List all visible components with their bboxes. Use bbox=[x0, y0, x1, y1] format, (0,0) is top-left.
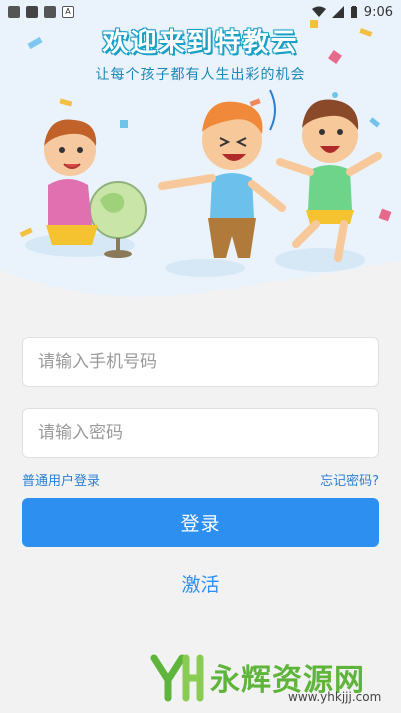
status-indicators: 9:06 bbox=[311, 4, 393, 20]
login-button[interactable]: 登录 bbox=[22, 498, 379, 547]
password-input[interactable] bbox=[22, 408, 379, 458]
user-login-link[interactable]: 普通用户登录 bbox=[22, 470, 100, 489]
forgot-password-link[interactable]: 忘记密码? bbox=[320, 470, 379, 489]
wifi-icon bbox=[311, 6, 326, 17]
status-time: 9:06 bbox=[363, 4, 393, 20]
wave-divider bbox=[0, 260, 401, 310]
app-title: 欢迎来到特教云 bbox=[102, 28, 299, 58]
watermark-url: www.yhkjjj.com bbox=[288, 690, 382, 704]
notification-icon bbox=[8, 6, 20, 18]
signal-icon bbox=[331, 6, 344, 18]
watermark-logo-icon bbox=[150, 654, 204, 702]
phone-input[interactable] bbox=[22, 337, 379, 387]
status-bar: A 9:06 bbox=[0, 0, 401, 24]
battery-icon bbox=[350, 5, 357, 18]
notification-icon: A bbox=[62, 6, 74, 18]
notification-icon bbox=[26, 6, 38, 18]
status-notifications: A bbox=[8, 6, 74, 18]
hero-banner: 欢迎来到特教云 让每个孩子都有人生出彩的机会 bbox=[0, 0, 401, 310]
notification-icon bbox=[44, 6, 56, 18]
activate-link[interactable]: 激活 bbox=[0, 570, 401, 597]
app-slogan: 让每个孩子都有人生出彩的机会 bbox=[95, 67, 306, 83]
